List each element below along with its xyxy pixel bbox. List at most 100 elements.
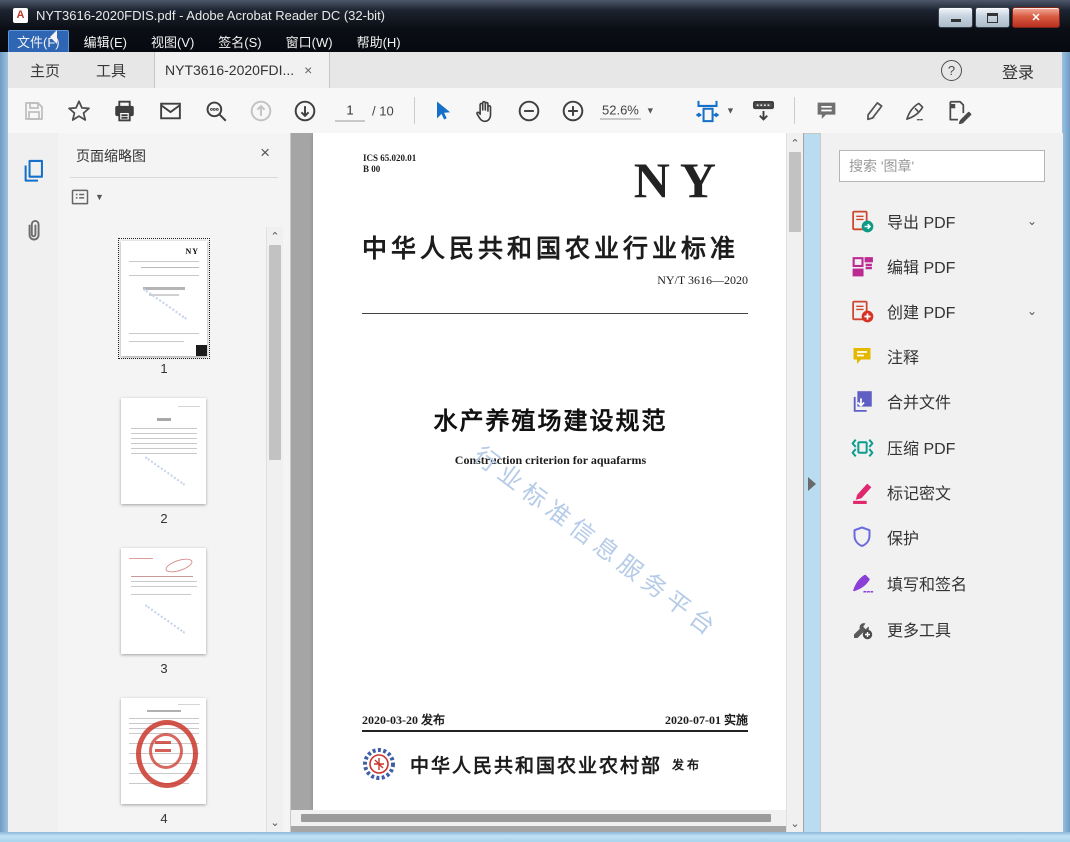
zoom-in-icon[interactable]	[560, 98, 586, 124]
page-thumbnails-rail-icon[interactable]	[20, 157, 47, 184]
fill-sign-tool-icon[interactable]	[902, 98, 928, 124]
tool-export-pdf[interactable]: 导出 PDF ⌄	[821, 201, 1063, 241]
menu-help[interactable]: 帮助(H)	[348, 30, 410, 53]
tab-tools[interactable]: 工具	[96, 52, 126, 88]
thumbnails-scrollbar[interactable]: ⌃ ⌄	[266, 227, 283, 832]
chevron-down-icon[interactable]: ⌄	[1027, 214, 1037, 228]
publisher-name: 中华人民共和国农业农村部	[410, 755, 663, 777]
highlighter-icon[interactable]	[860, 98, 886, 124]
previous-page-icon[interactable]	[248, 98, 274, 124]
thumbnails-options-caret-icon[interactable]: ▼	[95, 192, 104, 202]
thumbnail-page-2-number: 2	[160, 511, 168, 526]
sign-in-button[interactable]: 登录	[1002, 59, 1034, 83]
collapse-right-panel-arrow[interactable]	[808, 477, 816, 491]
window-border-bottom	[0, 832, 1070, 842]
tool-create-pdf[interactable]: 创建 PDF ⌄	[821, 291, 1063, 331]
document-scroll-up-icon[interactable]: ⌃	[787, 137, 803, 150]
zoom-level-value[interactable]: 52.6%	[600, 102, 641, 119]
document-scroll-down-icon[interactable]: ⌄	[787, 817, 803, 830]
tool-label: 更多工具	[887, 623, 952, 640]
zoom-out-icon[interactable]	[516, 98, 542, 124]
tab-document-label: NYT3616-2020FDI...	[165, 62, 295, 78]
tool-comment[interactable]: 注释	[821, 336, 1063, 376]
tool-label: 压缩 PDF	[887, 441, 956, 458]
tab-document[interactable]: NYT3616-2020FDI... ×	[154, 52, 330, 88]
standard-number: NY/T 3616—2020	[657, 273, 748, 287]
document-horizontal-scrollbar[interactable]	[291, 810, 786, 826]
hand-tool-icon[interactable]	[472, 98, 498, 124]
thumbnail-page-4[interactable]	[121, 698, 206, 804]
fit-width-caret-icon[interactable]: ▼	[726, 106, 735, 116]
comment-icon[interactable]	[814, 98, 839, 123]
tool-combine-files[interactable]: 合并文件	[821, 381, 1063, 421]
fit-width-icon[interactable]: ▼	[694, 97, 735, 124]
tool-label: 导出 PDF	[887, 215, 956, 232]
tool-protect[interactable]: 保护	[821, 517, 1063, 557]
scroll-mode-icon[interactable]	[750, 97, 777, 124]
more-tools-wrench-icon	[849, 617, 875, 641]
tool-label: 注释	[887, 350, 920, 367]
menu-window[interactable]: 窗口(W)	[277, 30, 342, 53]
tool-redact[interactable]: 标记密文	[821, 472, 1063, 512]
menu-view[interactable]: 视图(V)	[142, 30, 203, 53]
tool-label: 合并文件	[887, 395, 952, 412]
ics-code: ICS 65.020.01 B 00	[363, 153, 417, 174]
star-icon[interactable]	[66, 98, 92, 124]
thumbnails-options-button[interactable]: ▼	[70, 186, 106, 208]
chevron-down-icon[interactable]: ⌄	[1027, 304, 1037, 318]
tool-fill-sign[interactable]: 填写和签名	[821, 563, 1063, 603]
thumbnails-panel-close-icon[interactable]: ×	[260, 143, 270, 163]
titlebar-row[interactable]: NYT3616-2020FDIS.pdf - Adobe Acrobat Rea…	[0, 0, 1070, 30]
zoom-dropdown-caret-icon[interactable]: ▼	[646, 106, 655, 116]
red-seal	[136, 720, 198, 788]
page-number-input[interactable]	[335, 100, 365, 121]
menu-edit[interactable]: 编辑(E)	[75, 30, 136, 53]
implement-date: 2020-07-01 实施	[665, 713, 748, 727]
thumbnail-page-1[interactable]: NY	[118, 238, 210, 359]
tool-compress-pdf[interactable]: 压缩 PDF	[821, 427, 1063, 467]
tab-home[interactable]: 主页	[30, 52, 60, 88]
thumbnail-page-2[interactable]	[121, 398, 206, 504]
help-icon[interactable]: ?	[941, 60, 962, 81]
search-icon[interactable]	[203, 98, 229, 124]
document-vertical-scrollbar[interactable]: ⌃ ⌄	[786, 133, 803, 832]
email-icon[interactable]	[158, 98, 183, 123]
pdf-app-icon	[13, 7, 28, 23]
menu-file[interactable]: 文件(F)	[8, 29, 69, 53]
print-icon[interactable]	[112, 98, 137, 123]
issue-date: 2020-03-20 发布	[362, 713, 445, 727]
menu-bar: 文件(F) 编辑(E) 视图(V) 签名(S) 窗口(W) 帮助(H)	[8, 29, 416, 53]
minimize-button[interactable]	[938, 7, 973, 28]
attachments-rail-icon[interactable]	[20, 217, 47, 244]
thumbnail-page-1-number: 1	[160, 361, 168, 376]
document-horizontal-scrollbar-thumb[interactable]	[301, 814, 771, 822]
thumbnails-scrollbar-thumb[interactable]	[269, 245, 281, 460]
document-canvas[interactable]: ICS 65.020.01 B 00 NY 中华人民共和国农业行业标准 NY/T…	[291, 133, 804, 832]
tool-edit-pdf[interactable]: 编辑 PDF	[821, 246, 1063, 286]
thumbnail-page-3[interactable]	[121, 548, 206, 654]
toolbar-separator	[794, 97, 795, 124]
tool-label: 标记密文	[887, 486, 952, 503]
thumbnails-scroll-down-icon[interactable]: ⌄	[267, 816, 283, 829]
tab-close-icon[interactable]: ×	[304, 62, 312, 78]
close-button[interactable]: ✕	[1012, 7, 1060, 28]
thumbnails-panel: 页面缩略图 × ▼ NY 1 2 3 4 ⌃ ⌄	[58, 133, 291, 832]
next-page-icon[interactable]	[292, 98, 318, 124]
tools-search-input[interactable]	[839, 150, 1045, 182]
save-icon[interactable]	[22, 99, 46, 123]
thumbnails-scroll-up-icon[interactable]: ⌃	[267, 230, 283, 243]
document-scrollbar-thumb[interactable]	[789, 152, 801, 232]
document-page: ICS 65.020.01 B 00 NY 中华人民共和国农业行业标准 NY/T…	[313, 133, 788, 810]
tool-more-tools[interactable]: 更多工具	[821, 609, 1063, 649]
edit-pdf-icon	[849, 254, 875, 279]
maximize-button[interactable]	[975, 7, 1010, 28]
titlebar: NYT3616-2020FDIS.pdf - Adobe Acrobat Rea…	[0, 0, 1070, 53]
document-title-en: Construction criterion for aquafarms	[454, 453, 647, 467]
menu-sign[interactable]: 签名(S)	[209, 30, 270, 53]
select-tool-icon[interactable]	[430, 99, 454, 123]
protect-shield-icon	[849, 525, 875, 549]
thumbnail-page-4-number: 4	[160, 811, 168, 826]
standard-heading: 中华人民共和国农业行业标准	[361, 236, 739, 263]
panel-divider	[70, 177, 278, 178]
stamp-tool-icon[interactable]	[946, 98, 972, 124]
